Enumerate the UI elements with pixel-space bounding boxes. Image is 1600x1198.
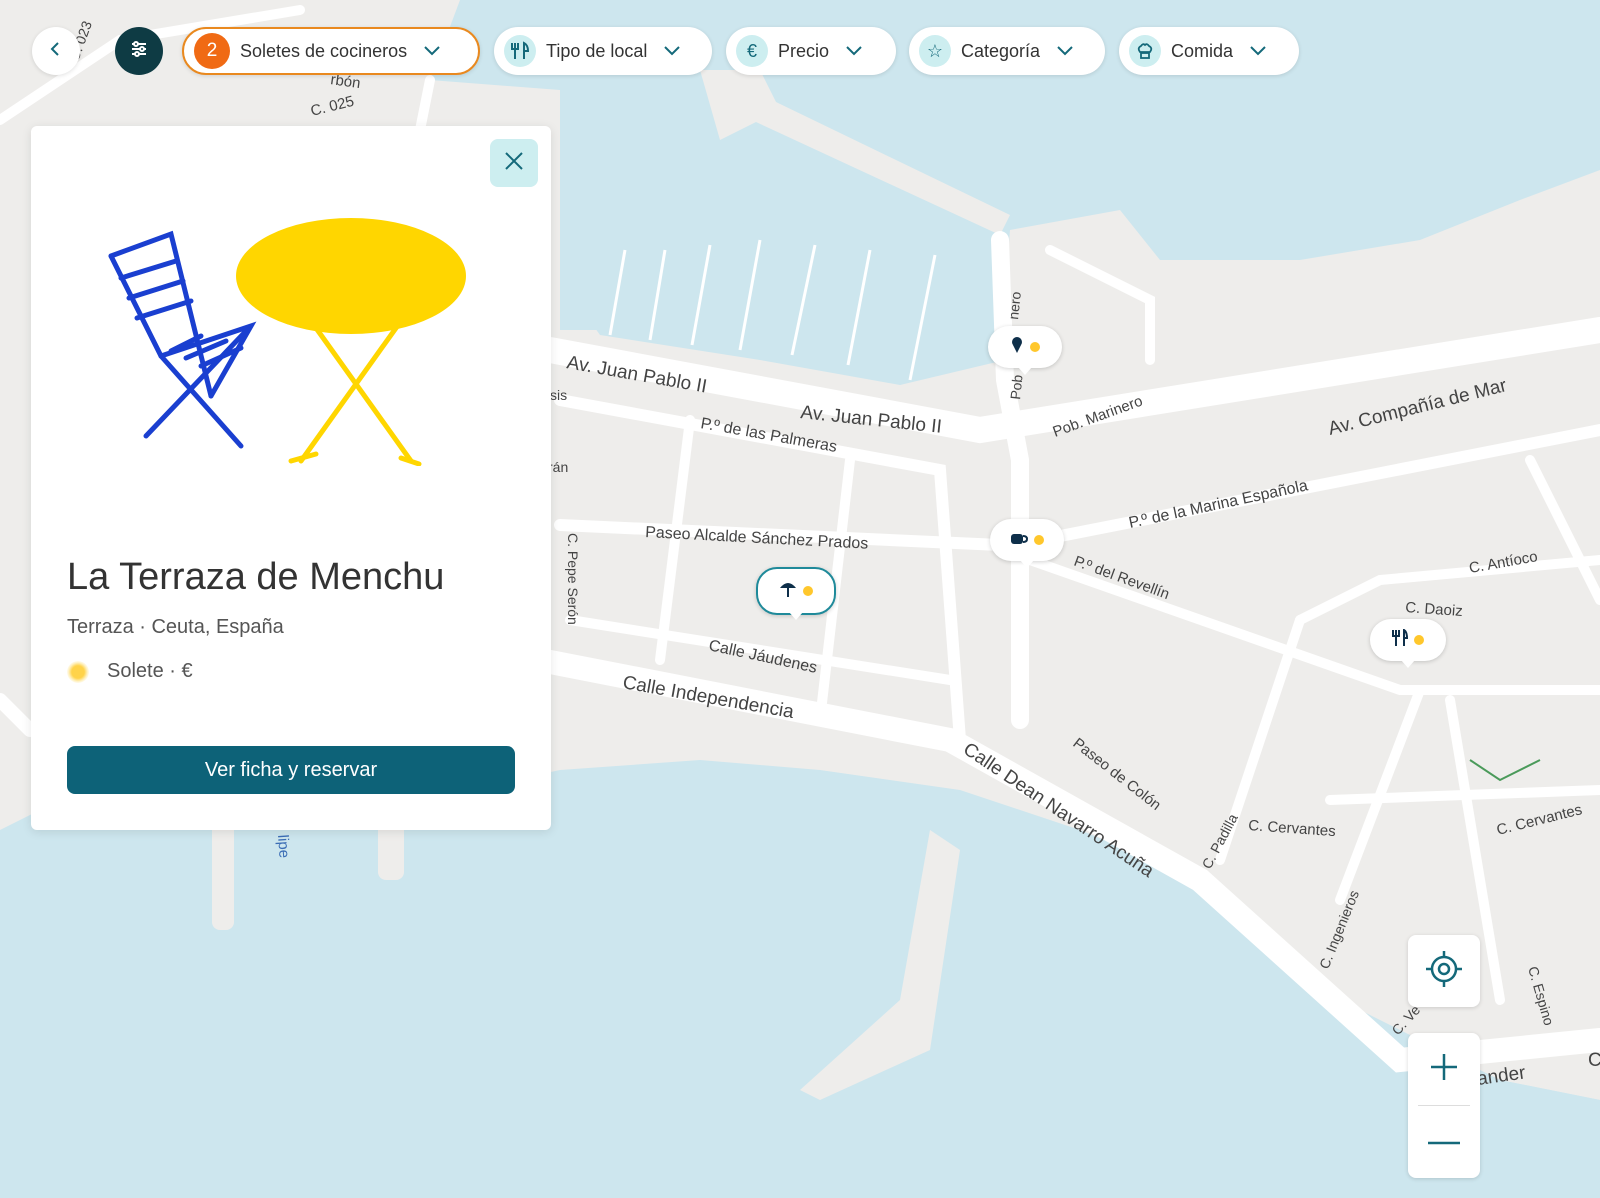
rating-label: Solete · € bbox=[107, 660, 193, 682]
terrace-chair-table-illustration bbox=[101, 206, 501, 471]
euro-icon: € bbox=[736, 35, 768, 67]
street-label: lipe bbox=[274, 834, 293, 858]
chip-precio[interactable]: € Precio bbox=[726, 27, 896, 75]
map-marker-terrace-selected[interactable] bbox=[756, 567, 836, 620]
venue-rating: Solete · € bbox=[67, 660, 193, 683]
close-icon bbox=[503, 150, 525, 177]
cutlery-icon bbox=[504, 35, 536, 67]
zoom-in-button[interactable] bbox=[1408, 1033, 1480, 1105]
umbrella-icon bbox=[779, 580, 797, 603]
chip-label: Comida bbox=[1171, 40, 1234, 61]
chevron-down-icon bbox=[663, 41, 681, 62]
chef-hat-icon bbox=[1129, 35, 1161, 67]
chip-label: Categoría bbox=[961, 40, 1041, 61]
street-label: sis bbox=[550, 387, 567, 403]
ice-cream-icon bbox=[1010, 336, 1024, 359]
sun-icon bbox=[1034, 535, 1044, 545]
chevron-down-icon bbox=[1056, 41, 1074, 62]
zoom-controls bbox=[1408, 1033, 1480, 1178]
close-button[interactable] bbox=[490, 139, 538, 187]
minus-icon bbox=[1427, 1133, 1461, 1151]
sun-icon bbox=[1030, 342, 1040, 352]
chip-label: Tipo de local bbox=[546, 40, 648, 61]
chevron-down-icon bbox=[1249, 41, 1267, 62]
map-marker-cafe[interactable] bbox=[990, 519, 1064, 568]
back-button[interactable] bbox=[32, 27, 80, 75]
chip-tipo-local[interactable]: Tipo de local bbox=[494, 27, 712, 75]
coffee-cup-icon bbox=[1010, 530, 1029, 551]
chip-comida[interactable]: Comida bbox=[1119, 27, 1299, 75]
chip-label: Precio bbox=[778, 40, 830, 61]
star-icon: ☆ bbox=[919, 35, 951, 67]
street-label: C. Pepe Serón bbox=[565, 533, 581, 625]
chip-soletes[interactable]: 2 Soletes de cocineros bbox=[182, 27, 480, 75]
street-label: nero bbox=[1005, 291, 1024, 321]
chip-label: Soletes de cocineros bbox=[240, 40, 408, 61]
map-marker-icecream[interactable] bbox=[988, 326, 1062, 375]
chevron-down-icon bbox=[423, 41, 441, 62]
sliders-icon bbox=[129, 39, 149, 64]
chevron-down-icon bbox=[845, 41, 863, 62]
crosshair-icon bbox=[1425, 950, 1463, 993]
sun-icon bbox=[1414, 635, 1424, 645]
street-label: C bbox=[1588, 1050, 1600, 1071]
venue-title: La Terraza de Menchu bbox=[67, 556, 445, 598]
zoom-out-button[interactable] bbox=[1408, 1106, 1480, 1178]
venue-subtitle: Terraza · Ceuta, España bbox=[67, 616, 284, 638]
sun-icon bbox=[67, 660, 89, 683]
street-label: Pob bbox=[1007, 374, 1026, 401]
map-marker-restaurant[interactable] bbox=[1370, 619, 1446, 668]
venue-info-card: La Terraza de Menchu Terraza · Ceuta, Es… bbox=[31, 126, 551, 830]
view-and-reserve-button[interactable]: Ver ficha y reservar bbox=[67, 746, 515, 794]
street-label: rán bbox=[548, 459, 568, 475]
plus-icon bbox=[1429, 1052, 1459, 1087]
locate-me-button[interactable] bbox=[1408, 935, 1480, 1007]
filter-count-badge: 2 bbox=[194, 33, 230, 69]
cutlery-icon bbox=[1392, 627, 1409, 652]
sun-icon bbox=[803, 586, 813, 596]
chip-categoria[interactable]: ☆ Categoría bbox=[909, 27, 1105, 75]
filters-button[interactable] bbox=[115, 27, 163, 75]
chevron-left-icon bbox=[47, 40, 65, 63]
